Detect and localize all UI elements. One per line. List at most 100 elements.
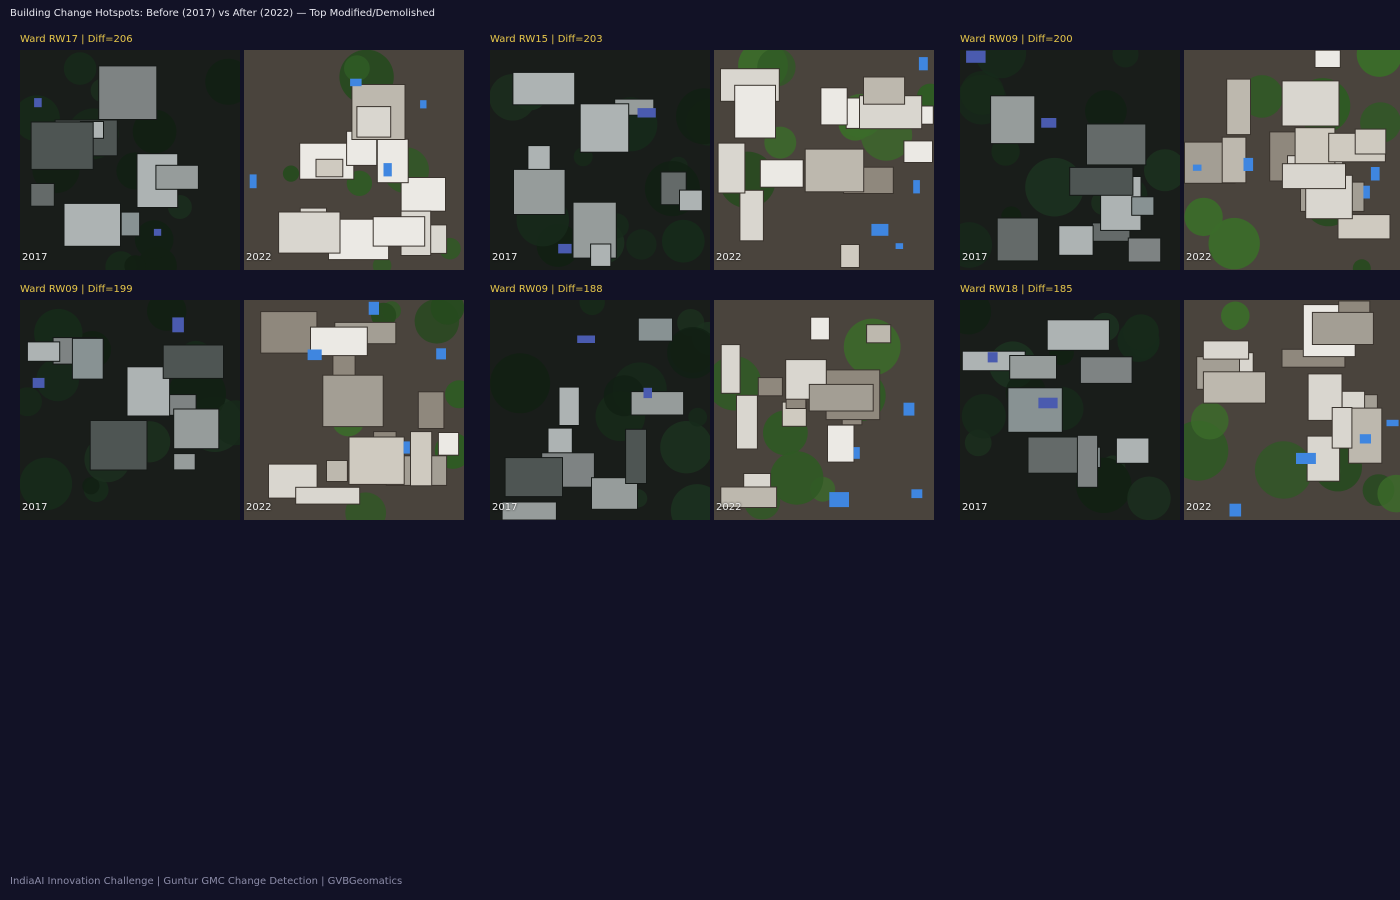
satellite-image-after bbox=[714, 300, 934, 520]
building-rooftop bbox=[1354, 128, 1387, 155]
year-label: 2017 bbox=[962, 252, 988, 263]
blue-tarp bbox=[1229, 503, 1242, 517]
building-rooftop bbox=[1281, 80, 1340, 127]
building-rooftop bbox=[1202, 371, 1267, 404]
tree-canopy bbox=[1191, 401, 1229, 440]
blue-tarp bbox=[871, 223, 889, 236]
blue-tarp bbox=[350, 78, 362, 87]
building-rooftop bbox=[315, 158, 344, 178]
year-label: 2022 bbox=[246, 252, 272, 263]
year-label: 2017 bbox=[492, 252, 518, 263]
building-rooftop bbox=[804, 148, 865, 193]
building-rooftop bbox=[739, 189, 764, 242]
building-rooftop bbox=[376, 138, 409, 184]
image-shade bbox=[490, 300, 710, 520]
satellite-image-before bbox=[20, 50, 240, 270]
satellite-image-after bbox=[244, 50, 464, 270]
building-rooftop bbox=[863, 76, 906, 105]
building-rooftop bbox=[827, 424, 855, 463]
image-shade bbox=[20, 300, 240, 520]
building-rooftop bbox=[808, 383, 874, 412]
hotspot-title: Ward RW17 | Diff=206 bbox=[20, 34, 133, 45]
building-rooftop bbox=[759, 159, 804, 188]
hotspot-title: Ward RW09 | Diff=188 bbox=[490, 284, 603, 295]
building-rooftop bbox=[326, 460, 348, 482]
image-before-2017: 2017 bbox=[490, 300, 710, 520]
blue-tarp bbox=[1296, 452, 1316, 464]
year-label: 2017 bbox=[22, 502, 48, 513]
building-rooftop bbox=[757, 377, 783, 397]
page-title: Building Change Hotspots: Before (2017) … bbox=[10, 8, 435, 19]
blue-tarp bbox=[913, 180, 920, 194]
blue-tarp bbox=[307, 349, 322, 361]
hotspot-title: Ward RW15 | Diff=203 bbox=[490, 34, 603, 45]
building-rooftop bbox=[356, 106, 392, 138]
hotspot-card: Ward RW15 | Diff=203 2017 2022 bbox=[490, 34, 934, 270]
building-rooftop bbox=[1202, 340, 1250, 360]
blue-tarp bbox=[368, 301, 379, 315]
tree-canopy bbox=[344, 55, 370, 82]
image-before-2017: 2017 bbox=[20, 50, 240, 270]
satellite-image-before bbox=[20, 300, 240, 520]
building-rooftop bbox=[295, 486, 361, 505]
blue-tarp bbox=[1363, 185, 1370, 199]
blue-tarp bbox=[895, 243, 904, 249]
tree-canopy bbox=[1208, 217, 1260, 270]
image-after-2022: 2022 bbox=[244, 300, 464, 520]
satellite-image-before bbox=[960, 50, 1180, 270]
image-before-2017: 2017 bbox=[490, 50, 710, 270]
blue-tarp bbox=[1192, 164, 1202, 171]
building-rooftop bbox=[372, 216, 426, 247]
image-after-2022: 2022 bbox=[714, 50, 934, 270]
year-label: 2022 bbox=[716, 502, 742, 513]
building-rooftop bbox=[1331, 407, 1353, 449]
satellite-image-after bbox=[1184, 300, 1400, 520]
blue-tarp bbox=[420, 100, 427, 109]
building-rooftop bbox=[1314, 50, 1341, 68]
building-rooftop bbox=[1281, 163, 1346, 190]
image-shade bbox=[960, 300, 1180, 520]
satellite-image-before bbox=[490, 300, 710, 520]
building-rooftop bbox=[322, 374, 384, 428]
image-shade bbox=[490, 50, 710, 270]
blue-tarp bbox=[403, 441, 410, 454]
building-rooftop bbox=[410, 431, 433, 487]
blue-tarp bbox=[853, 447, 860, 459]
image-before-2017: 2017 bbox=[960, 50, 1180, 270]
blue-tarp bbox=[918, 57, 928, 71]
satellite-image-before bbox=[960, 300, 1180, 520]
year-label: 2022 bbox=[1186, 252, 1212, 263]
hotspot-title: Ward RW09 | Diff=200 bbox=[960, 34, 1073, 45]
satellite-image-before bbox=[490, 50, 710, 270]
tree-canopy bbox=[1254, 441, 1313, 499]
hotspot-card: Ward RW09 | Diff=200 2017 2022 bbox=[960, 34, 1400, 270]
tree-canopy bbox=[1221, 301, 1250, 331]
building-rooftop bbox=[840, 244, 860, 268]
image-shade bbox=[960, 50, 1180, 270]
hotspot-title: Ward RW18 | Diff=185 bbox=[960, 284, 1073, 295]
hotspot-card: Ward RW17 | Diff=206 2017 2022 bbox=[20, 34, 464, 270]
blue-tarp bbox=[1359, 434, 1371, 444]
image-before-2017: 2017 bbox=[20, 300, 240, 520]
image-before-2017: 2017 bbox=[960, 300, 1180, 520]
building-rooftop bbox=[437, 432, 460, 456]
building-rooftop bbox=[1226, 78, 1251, 136]
tree-canopy bbox=[282, 165, 300, 182]
hotspot-card: Ward RW18 | Diff=185 2017 2022 bbox=[960, 284, 1400, 520]
blue-tarp bbox=[383, 163, 392, 177]
building-rooftop bbox=[348, 436, 405, 485]
blue-tarp bbox=[1386, 419, 1399, 427]
hotspot-card: Ward RW09 | Diff=188 2017 2022 bbox=[490, 284, 934, 520]
year-label: 2022 bbox=[716, 252, 742, 263]
building-rooftop bbox=[417, 391, 445, 430]
building-rooftop bbox=[1311, 311, 1374, 345]
blue-tarp bbox=[903, 402, 915, 416]
app-root: Building Change Hotspots: Before (2017) … bbox=[0, 0, 1400, 900]
hotspot-title: Ward RW09 | Diff=199 bbox=[20, 284, 133, 295]
satellite-image-after bbox=[714, 50, 934, 270]
image-after-2022: 2022 bbox=[1184, 300, 1400, 520]
blue-tarp bbox=[436, 348, 446, 360]
hotspot-card: Ward RW09 | Diff=199 2017 2022 bbox=[20, 284, 464, 520]
blue-tarp bbox=[249, 174, 257, 189]
image-after-2022: 2022 bbox=[1184, 50, 1400, 270]
